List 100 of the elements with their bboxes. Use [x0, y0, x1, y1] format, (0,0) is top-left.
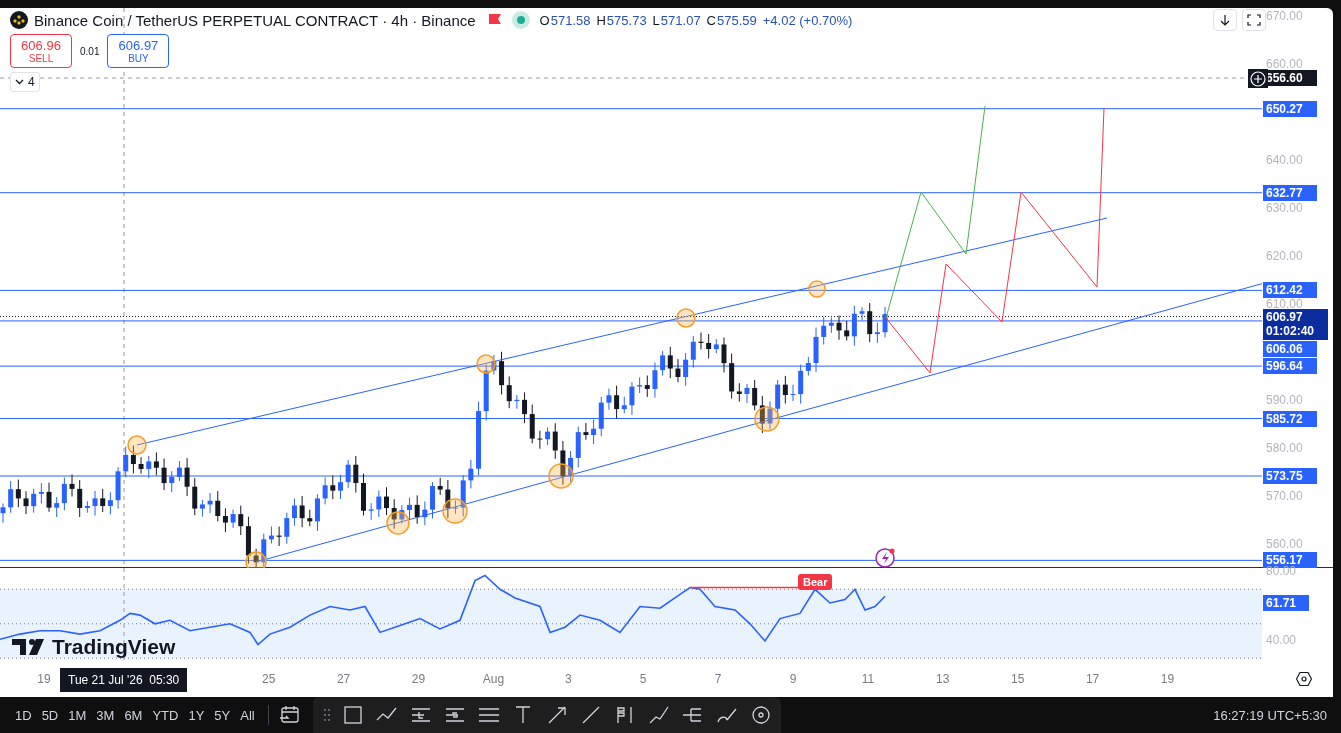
time-tick-label: Aug	[481, 672, 506, 686]
ohlc-value: O571.58	[539, 12, 591, 28]
candle	[69, 474, 75, 497]
candle	[345, 459, 351, 489]
range-button[interactable]: 5D	[36, 703, 64, 727]
candle	[46, 482, 52, 513]
fullscreen-button[interactable]	[1242, 9, 1266, 31]
candle	[491, 354, 497, 376]
candle	[276, 526, 282, 547]
candle	[368, 502, 374, 521]
time-tick-label: 27	[335, 672, 352, 686]
candle	[299, 495, 305, 528]
time-tick-label: 19	[36, 672, 52, 686]
candle	[652, 362, 658, 399]
candle	[407, 497, 412, 521]
candle	[537, 430, 543, 450]
candle	[353, 455, 359, 494]
time-tick-label: 3	[563, 672, 573, 686]
candle	[115, 466, 121, 510]
candle	[744, 383, 750, 404]
time-tick-label: 5	[638, 672, 648, 686]
time-tick-label: 15	[1010, 672, 1026, 686]
calendar-icon[interactable]	[278, 705, 301, 725]
candle	[322, 476, 328, 505]
time-tick-label: 13	[935, 672, 951, 686]
plus-circle-icon	[1250, 70, 1266, 87]
alert-icon[interactable]	[875, 548, 895, 568]
candle	[583, 422, 589, 441]
price-level-tag: 650.27	[1263, 100, 1317, 117]
sell-button[interactable]: 606.96 SELL	[10, 34, 72, 68]
candle	[253, 548, 259, 568]
candle	[422, 501, 428, 526]
range-button[interactable]: YTD	[147, 703, 184, 727]
time-tick-label: 7	[713, 672, 723, 686]
swing-point-marker	[127, 435, 147, 455]
candle	[207, 492, 213, 514]
crosshair-time-label: Tue 21 Jul '26 05:30	[60, 668, 188, 692]
candle	[184, 457, 190, 497]
range-button[interactable]: 1D	[10, 703, 37, 727]
candle	[445, 479, 451, 519]
bar-countdown: 01:02:40	[1266, 323, 1316, 338]
price-level-tag: 632.77	[1263, 184, 1317, 201]
candle	[767, 400, 773, 430]
clock-time: 16:27:19 UTC+5:30	[1213, 707, 1327, 723]
candle	[629, 381, 635, 416]
price-level-tag: 612.42	[1263, 282, 1317, 299]
signal-label: Bear	[798, 574, 833, 590]
candle	[384, 486, 389, 516]
swing-point-marker	[476, 354, 496, 374]
candle	[675, 358, 681, 383]
candle	[698, 332, 704, 350]
candle	[376, 490, 382, 518]
price-level-tag: 596.64	[1263, 358, 1317, 375]
price-tick-label: 670.00	[1266, 10, 1303, 22]
candle	[161, 458, 167, 491]
indicators-toggle[interactable]: 4	[10, 72, 40, 92]
ohlc-value: H575.73	[596, 12, 647, 28]
range-button[interactable]: All	[235, 703, 260, 727]
candle	[514, 394, 520, 410]
candle	[0, 503, 6, 524]
range-button[interactable]: 1M	[63, 703, 92, 727]
swing-point-marker	[754, 406, 780, 432]
candle	[560, 440, 566, 486]
add-alert-button[interactable]	[1248, 69, 1268, 88]
drag-handle-icon[interactable]	[322, 708, 331, 722]
range-button[interactable]: 5Y	[209, 703, 236, 727]
last-price: 606.97	[1266, 309, 1304, 324]
range-button[interactable]: 1Y	[183, 703, 210, 727]
candle	[437, 477, 443, 496]
range-button[interactable]: 6M	[119, 703, 148, 727]
flag-icon[interactable]	[487, 13, 502, 27]
candle	[230, 509, 236, 529]
candle	[790, 384, 796, 402]
rsi-value-tag: 61.71	[1263, 595, 1309, 612]
coin-logo-icon	[10, 11, 28, 29]
price-level-tag: 606.06	[1263, 340, 1317, 357]
scroll-down-button[interactable]	[1213, 9, 1237, 31]
candle	[391, 498, 397, 530]
swing-point-marker	[386, 511, 410, 535]
price-tick-label: 660.00	[1266, 58, 1303, 70]
buy-button[interactable]: 606.97 BUY	[107, 34, 170, 68]
candle	[468, 459, 474, 489]
symbol-title[interactable]: Binance Coin / TetherUS PERPETUAL CONTRACT · 4h · Binance	[34, 11, 476, 29]
time-tick-label: 19	[1159, 672, 1176, 686]
price-tick-label: 560.00	[1266, 538, 1303, 550]
range-button[interactable]: 3M	[91, 703, 120, 727]
candle	[813, 327, 819, 373]
rsi-tick-label: 40.00	[1266, 634, 1297, 646]
candle	[361, 473, 366, 516]
candle	[138, 456, 144, 475]
settings-icon[interactable]	[1295, 670, 1312, 687]
brand-name: TradingView	[52, 635, 176, 659]
arrow-down-icon	[1219, 14, 1231, 26]
candle	[882, 306, 888, 339]
candle	[23, 490, 29, 515]
swing-point-marker	[245, 551, 267, 568]
time-tick-label: 29	[410, 672, 427, 686]
price-tick-label: 640.00	[1266, 154, 1303, 166]
candle	[721, 337, 727, 373]
candle	[606, 388, 612, 411]
